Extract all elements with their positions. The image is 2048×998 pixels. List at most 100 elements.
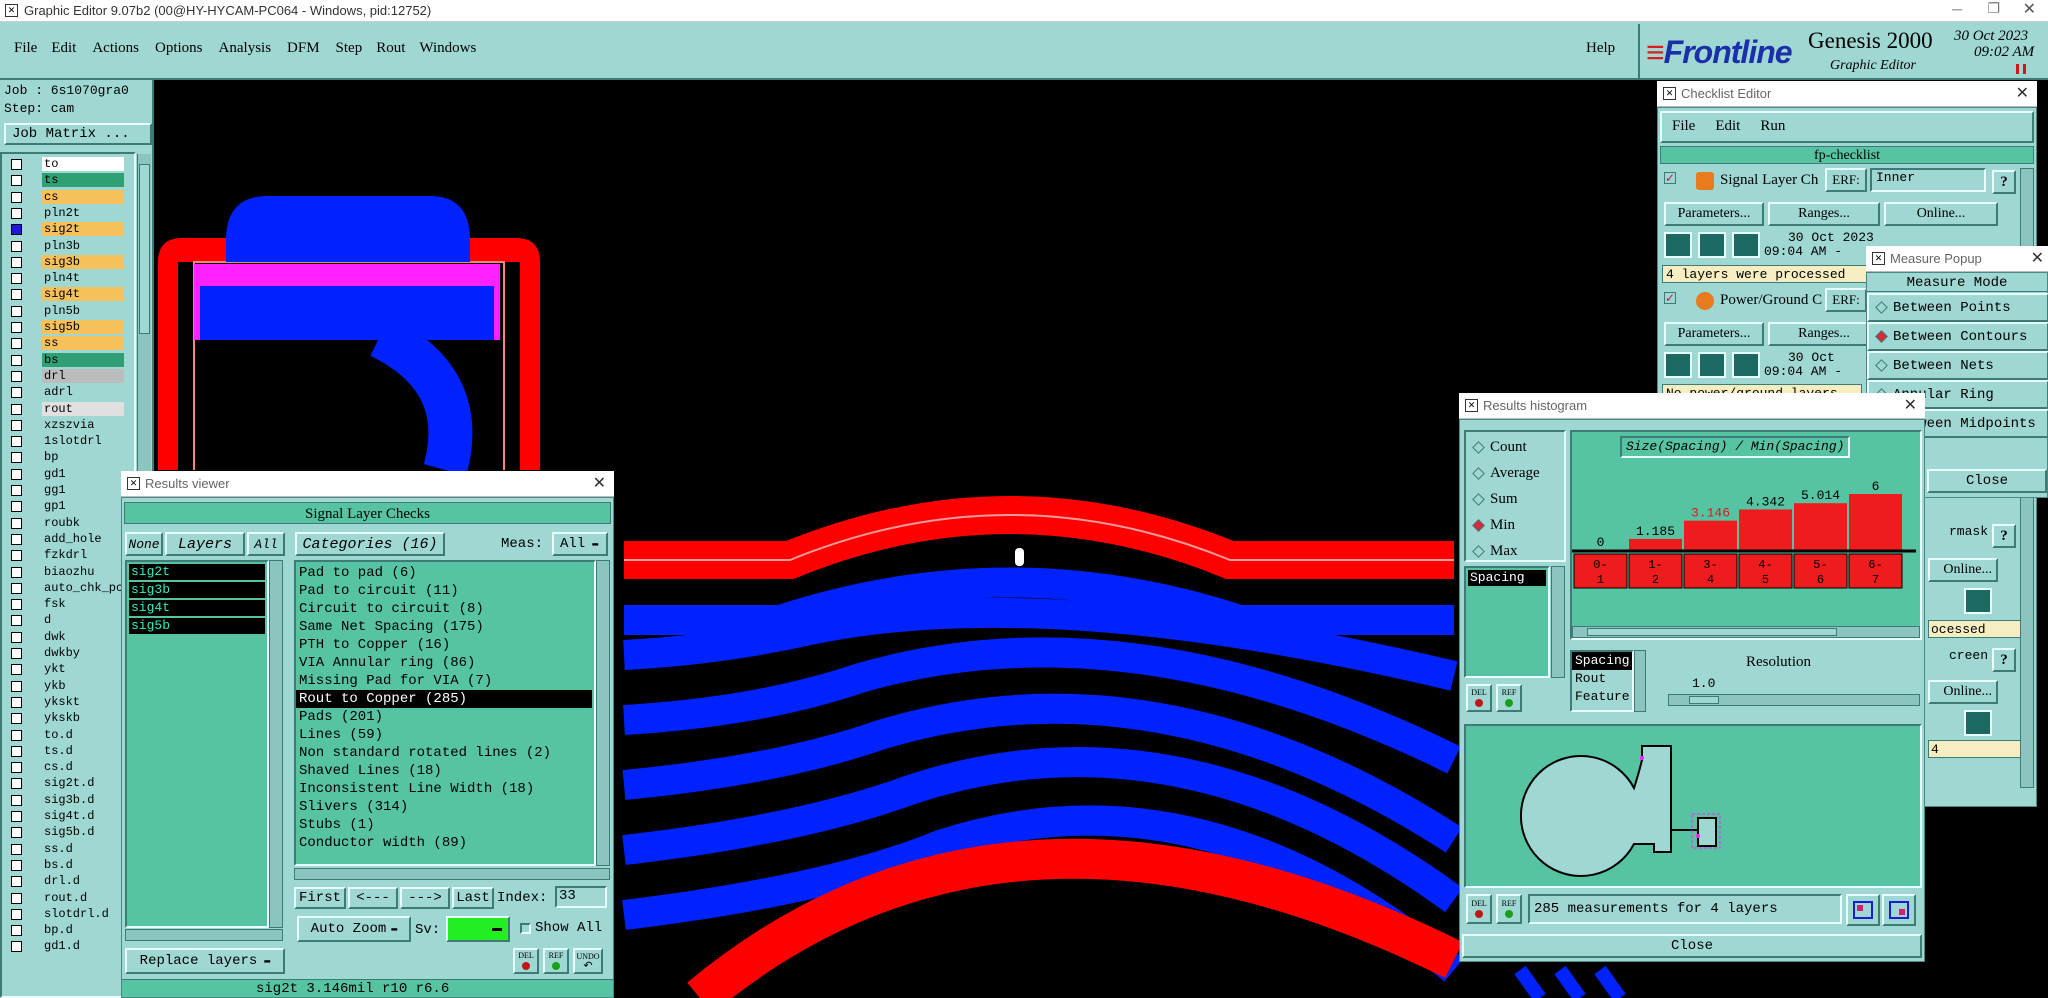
category-item[interactable]: Conductor width (89): [296, 834, 594, 852]
layer-row[interactable]: to: [2, 156, 126, 172]
layer-name[interactable]: gd1: [42, 466, 124, 481]
layer-row[interactable]: d: [2, 612, 126, 628]
layer-checkbox[interactable]: [11, 713, 22, 725]
layer-name[interactable]: slotdrl.d: [42, 906, 124, 921]
preview-ref-button[interactable]: REF: [1496, 894, 1522, 924]
layer-checkbox[interactable]: [11, 582, 22, 594]
layer-name[interactable]: pln3b: [42, 238, 124, 253]
layer-row[interactable]: ts: [2, 172, 126, 188]
run-icon-1b[interactable]: [1698, 232, 1726, 258]
histogram-hscroll[interactable]: [1572, 626, 1920, 638]
category-item[interactable]: Non standard rotated lines (2): [296, 744, 594, 762]
measure-mode-option[interactable]: Between Contours: [1867, 322, 2048, 351]
layer-checkbox[interactable]: [11, 175, 22, 187]
menu-step[interactable]: Step: [336, 40, 363, 57]
measure-close-button[interactable]: Close: [1927, 469, 2047, 493]
layer-row[interactable]: cs.d: [2, 759, 126, 775]
histogram-sort-option[interactable]: Spacing: [1572, 652, 1632, 670]
category-list[interactable]: Pad to pad (6) Pad to circuit (11) Circuit…: [294, 560, 596, 866]
layer-row[interactable]: cs: [2, 189, 126, 205]
show-all-checkbox[interactable]: [520, 923, 531, 934]
layer-checkbox[interactable]: [11, 925, 22, 937]
layer-name[interactable]: sig2t: [42, 222, 124, 237]
layer-row[interactable]: pln5b: [2, 303, 126, 319]
layer-checkbox[interactable]: [11, 762, 22, 774]
checklist-menu-file[interactable]: File: [1672, 118, 1695, 135]
run-icon-2c[interactable]: [1732, 352, 1760, 378]
layer-checkbox[interactable]: [11, 273, 22, 285]
histogram-option[interactable]: Average: [1466, 460, 1564, 486]
layer-row[interactable]: auto_chk_pcs: [2, 580, 126, 596]
layer-row[interactable]: drl.d: [2, 873, 126, 889]
layer-name[interactable]: rout.d: [42, 890, 124, 905]
layer-name[interactable]: ss.d: [42, 841, 124, 856]
menu-edit[interactable]: Edit: [51, 40, 76, 57]
close-icon[interactable]: ✕: [1904, 395, 1917, 415]
ranges-button-2[interactable]: Ranges...: [1768, 322, 1880, 346]
layer-name[interactable]: gg1: [42, 483, 124, 497]
check-name-2[interactable]: Power/Ground C: [1720, 292, 1825, 309]
menu-dfm[interactable]: DFM: [287, 40, 320, 57]
layer-name[interactable]: ykskb: [42, 711, 124, 726]
all-button[interactable]: All: [247, 532, 285, 556]
layer-checkbox[interactable]: [11, 419, 22, 431]
preview-del-button[interactable]: DEL: [1466, 894, 1492, 924]
category-item[interactable]: Shaved Lines (18): [296, 762, 594, 780]
layer-row[interactable]: fzkdrl: [2, 547, 126, 563]
layer-row[interactable]: pln3b: [2, 238, 126, 254]
histogram-bar[interactable]: [1629, 538, 1682, 550]
ranges-button-1[interactable]: Ranges...: [1768, 202, 1880, 226]
layer-checkbox[interactable]: [11, 778, 22, 790]
zoom-icon-2[interactable]: [1964, 710, 1992, 736]
layer-checkbox[interactable]: [11, 403, 22, 415]
category-item[interactable]: Same Net Spacing (175): [296, 618, 594, 636]
histogram-close-button[interactable]: Close: [1462, 934, 1922, 958]
layer-row[interactable]: ss: [2, 335, 126, 351]
layer-name[interactable]: sig3b: [42, 254, 124, 269]
layer-row[interactable]: fsk: [2, 596, 126, 612]
layer-name[interactable]: ts: [42, 173, 124, 188]
layer-row[interactable]: pln2t: [2, 205, 126, 221]
layer-result-item[interactable]: sig5b: [129, 618, 265, 634]
category-item[interactable]: Pad to circuit (11): [296, 582, 594, 600]
results-viewer-titlebar[interactable]: ✕ Results viewer ✕: [121, 471, 614, 497]
layer-result-list[interactable]: sig2t sig3b sig4t sig5b: [125, 560, 269, 928]
histogram-bar[interactable]: [1684, 520, 1737, 550]
meas-select[interactable]: All ▬: [552, 532, 608, 556]
category-item[interactable]: Inconsistent Line Width (18): [296, 780, 594, 798]
layer-checkbox[interactable]: [11, 811, 22, 822]
layer-row[interactable]: ykb: [2, 678, 126, 694]
parameters-button-2[interactable]: Parameters...: [1664, 322, 1764, 346]
measure-mode-option[interactable]: Between Points: [1867, 293, 2048, 322]
resolution-slider-thumb[interactable]: [1689, 696, 1719, 704]
layer-row[interactable]: 1slotdrl: [2, 433, 126, 449]
sort-vscroll[interactable]: [1634, 650, 1646, 712]
layers-button[interactable]: Layers: [165, 532, 245, 556]
category-item[interactable]: Pads (201): [296, 708, 594, 726]
category-item[interactable]: PTH to Copper (16): [296, 636, 594, 654]
histogram-ref-button[interactable]: REF: [1496, 684, 1522, 712]
erf-field-1[interactable]: Inner: [1870, 168, 1986, 192]
layer-name[interactable]: sig5b: [42, 320, 124, 334]
help-button-4[interactable]: ?: [1992, 648, 2016, 672]
layer-name[interactable]: pln2t: [42, 205, 124, 220]
histogram-field-list[interactable]: Spacing: [1464, 566, 1550, 678]
layer-checkbox[interactable]: [11, 240, 22, 252]
layer-row[interactable]: rout: [2, 401, 126, 417]
layer-checkbox[interactable]: [11, 566, 22, 578]
menu-windows[interactable]: Windows: [419, 40, 476, 57]
layer-name[interactable]: sig3b.d: [42, 792, 124, 807]
layer-checkbox[interactable]: [11, 387, 22, 399]
layer-name[interactable]: gd1.d: [42, 939, 124, 954]
layer-checkbox[interactable]: [11, 827, 22, 839]
resolution-slider[interactable]: [1668, 694, 1920, 706]
category-item[interactable]: VIA Annular ring (86): [296, 654, 594, 672]
measure-popup-titlebar[interactable]: ✕ Measure Popup ✕: [1866, 246, 2048, 272]
layer-name[interactable]: pln4t: [42, 271, 124, 286]
layer-checkbox[interactable]: [11, 501, 22, 513]
run-icon-2a[interactable]: [1664, 352, 1692, 378]
layer-name[interactable]: to.d: [42, 727, 124, 742]
layer-checkbox[interactable]: [11, 485, 22, 496]
category-item[interactable]: Stubs (1): [296, 816, 594, 834]
layer-result-item[interactable]: sig2t: [129, 564, 265, 580]
